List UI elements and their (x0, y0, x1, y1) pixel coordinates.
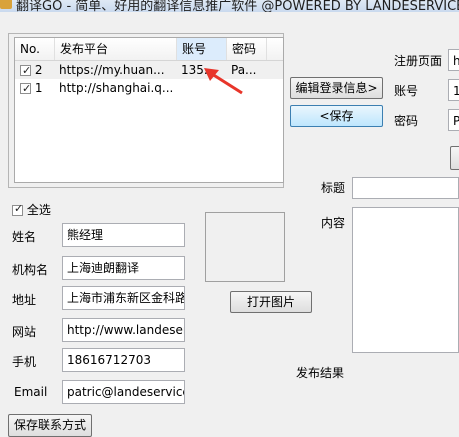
account-list[interactable]: No. 发布平台 账号 密码 ✓ 2 https://my.huan... 13… (14, 37, 284, 183)
title-field[interactable] (352, 177, 459, 199)
password-label: 密码 (394, 114, 419, 128)
save-contact-button[interactable]: 保存联系方式 (8, 414, 92, 437)
publish-result-label: 发布结果 (296, 366, 345, 380)
column-header-account[interactable]: 账号 (177, 38, 227, 60)
name-field[interactable]: 熊经理 (62, 223, 185, 247)
check-icon: ✓ (14, 202, 24, 215)
content-label: 内容 (321, 216, 346, 230)
row-checkbox[interactable]: ✓ (20, 64, 32, 77)
open-image-button[interactable]: 打开图片 (230, 291, 312, 313)
right-panel-button[interactable] (450, 146, 459, 170)
edit-login-button[interactable]: 编辑登录信息> (290, 77, 383, 99)
annotation-arrow-icon (204, 68, 243, 95)
phone-field[interactable]: 18616712703 (62, 348, 185, 372)
address-label: 地址 (12, 293, 37, 307)
name-label: 姓名 (12, 230, 37, 244)
select-all-label: 全选 (26, 203, 51, 217)
row-no: 2 (34, 63, 43, 77)
row-platform: https://my.huan... (59, 63, 165, 77)
list-header: No. 发布平台 账号 密码 (15, 38, 283, 61)
check-icon: ✓ (22, 64, 32, 77)
column-header-password[interactable]: 密码 (227, 38, 267, 60)
password-field[interactable]: P (448, 109, 459, 131)
email-field[interactable]: patric@landeservice.c (62, 380, 185, 404)
register-page-label: 注册页面 (394, 54, 443, 68)
row-platform: http://shanghai.q... (59, 81, 174, 95)
app-icon (0, 0, 12, 9)
select-all-checkbox[interactable]: ✓ 全选 (12, 201, 51, 218)
account-label: 账号 (394, 84, 419, 98)
save-login-button[interactable]: <保存 (290, 105, 383, 127)
org-field[interactable]: 上海迪朗翻译 (62, 256, 185, 280)
window-title: 翻译GO - 简单、好用的翻译信息推广软件 @POWERED BY LANDES… (16, 0, 459, 12)
title-bar: 翻译GO - 简单、好用的翻译信息推广软件 @POWERED BY LANDES… (0, 0, 459, 12)
content-field[interactable] (352, 207, 459, 353)
row-no: 1 (34, 81, 43, 95)
account-field[interactable]: 1 (448, 79, 459, 101)
org-label: 机构名 (12, 263, 49, 277)
address-field[interactable]: 上海市浦东新区金科路 (62, 286, 185, 310)
email-label: Email (14, 385, 48, 399)
image-preview (205, 212, 285, 282)
row-checkbox[interactable]: ✓ (20, 82, 32, 95)
website-label: 网站 (12, 325, 37, 339)
phone-label: 手机 (12, 355, 37, 369)
title-label: 标题 (321, 181, 346, 195)
check-icon: ✓ (22, 82, 32, 95)
column-header-platform[interactable]: 发布平台 (55, 38, 177, 60)
website-field[interactable]: http://www.landeser (62, 318, 185, 342)
column-header-no[interactable]: No. (15, 38, 55, 60)
register-page-field[interactable]: h (448, 49, 459, 71)
